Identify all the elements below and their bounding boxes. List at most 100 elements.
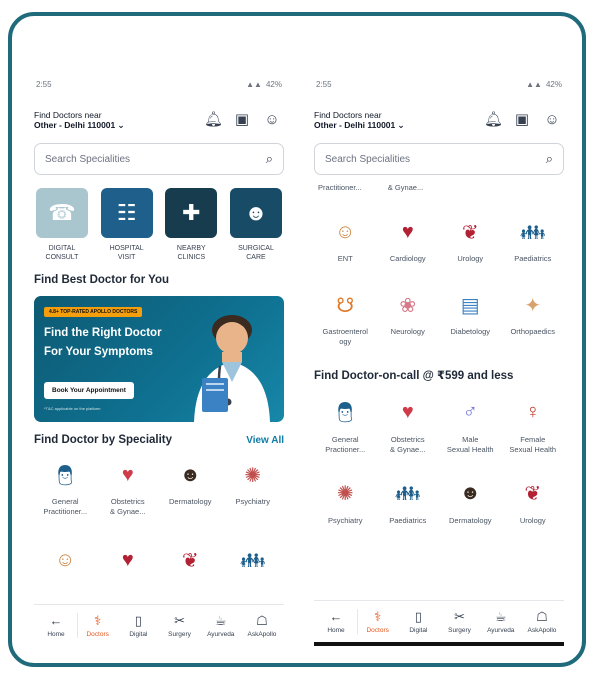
speciality-item[interactable]: ☋ Gastroenterol ogy — [314, 288, 377, 347]
banner-tag: 4.8+ TOP-RATED APOLLO DOCTORS — [44, 307, 143, 318]
nav-label: Ayurveda — [487, 627, 515, 634]
speciality-item[interactable]: ☻ Dermatology — [159, 458, 222, 517]
speciality-label: Obstetrics — [110, 497, 145, 507]
on-call-label: Sexual Health — [446, 444, 494, 454]
hospital-icon: ☷ — [100, 188, 153, 238]
nav-home[interactable]: ← Home — [316, 609, 356, 634]
book-appointment-button[interactable]: Book Your Appointment — [44, 382, 134, 400]
speciality-item[interactable]: 👨︎ General Practitioner... — [34, 458, 97, 517]
on-call-item[interactable]: ♂ Male Sexual Health — [439, 396, 502, 455]
stomach-icon: ☋ — [336, 294, 355, 317]
speciality-item[interactable]: ❦ Urology — [439, 215, 502, 264]
speciality-item[interactable]: ▤ Diabetology — [439, 288, 502, 347]
nav-surgery[interactable]: ✂ Surgery — [440, 609, 480, 634]
quick-category-nearby-clinics[interactable]: ✚ NEARBY CLINICS — [163, 188, 219, 262]
nav-surgery[interactable]: ✂ Surgery — [160, 613, 200, 638]
male-health-icon: ♂ — [462, 401, 478, 423]
best-doctor-title: Find Best Doctor for You — [34, 274, 170, 287]
location-value: Other - Delhi 110001 — [314, 120, 396, 130]
stethoscope-icon: ⚕ — [94, 613, 102, 628]
quick-category-digital-consult[interactable]: ☎ DIGITAL CONSULT — [34, 188, 90, 262]
skin-face-icon: ☻ — [459, 482, 481, 505]
nav-ayurveda[interactable]: ☕ Ayurveda — [481, 609, 521, 634]
search-input[interactable]: Search Specialities ⌕ — [314, 143, 564, 175]
speciality-item[interactable]: ✦ Orthopaedics — [502, 288, 565, 347]
mortar-icon: ☕ — [494, 609, 507, 624]
child-doctor-icon: 👪︎ — [395, 483, 421, 506]
speciality-grid: 👨︎ General Practitioner... ♥ Obstetrics & … — [34, 458, 284, 577]
speciality-label: Urology — [457, 254, 484, 264]
promo-banner[interactable]: 4.8+ TOP-RATED APOLLO DOCTORS Find the R… — [34, 296, 284, 423]
on-call-item[interactable]: ✺ Psychiatry — [314, 477, 377, 526]
location-label: Find Doctors near — [314, 110, 382, 120]
quick-category-label: CLINICS — [177, 254, 206, 262]
speciality-item[interactable]: ❀ Neurology — [377, 288, 440, 347]
search-icon[interactable]: ⌕ — [266, 151, 273, 167]
location-value: Other - Delhi 110001 — [34, 120, 116, 130]
view-all-link[interactable]: View All — [246, 435, 284, 446]
bell-icon[interactable]: 🔔︎ — [204, 110, 223, 128]
map-pin-icon: ✚ — [165, 188, 218, 238]
profile-icon[interactable]: ☺ — [544, 111, 560, 128]
quick-category-surgical-care[interactable]: ☻ SURGICAL CARE — [228, 188, 284, 262]
nav-digital[interactable]: ▯ Digital — [118, 613, 158, 638]
search-icon[interactable]: ⌕ — [546, 151, 553, 167]
bone-joint-icon: ✦ — [524, 294, 542, 317]
nav-askapollo[interactable]: ☖ AskApollo — [522, 609, 562, 634]
on-call-label: Obstetrics — [390, 434, 425, 444]
doctor-icon: 👨︎ — [52, 464, 78, 487]
on-call-item[interactable]: 👨︎ General Practioner... — [314, 396, 377, 455]
back-arrow-icon: ← — [329, 609, 343, 624]
nav-home[interactable]: ← Home — [36, 613, 76, 638]
phone-icon: ▯ — [414, 609, 422, 624]
nav-ayurveda[interactable]: ☕ Ayurveda — [201, 613, 241, 638]
search-input[interactable]: Search Specialities ⌕ — [34, 143, 284, 175]
on-call-label: Sexual Health — [509, 444, 557, 454]
phone-screen-left: 2:55 ▲▲ 42% Find Doctors near Other - De… — [34, 76, 284, 646]
location-selector[interactable]: Find Doctors near Other - Delhi 110001 ⌄ — [314, 110, 405, 131]
battery-level: 42% — [545, 79, 562, 89]
health-card-icon[interactable]: ▣ — [234, 110, 250, 128]
screenshot-frame: 2:55 ▲▲ 42% Find Doctors near Other - De… — [8, 12, 586, 667]
on-call-item[interactable]: ♥ Obstetrics & Gynae... — [377, 396, 440, 455]
quick-category-hospital-visit[interactable]: ☷ HOSPITAL VISIT — [99, 188, 155, 262]
speciality-label: General — [51, 497, 79, 507]
speciality-item[interactable]: ☺ ENT — [314, 215, 377, 264]
nav-doctors[interactable]: ⚕ Doctors — [77, 613, 117, 638]
scrolled-partial-row: Practitioner... & Gynae... — [314, 183, 564, 193]
speciality-item[interactable]: ♥ Obstetrics & Gynae... — [97, 458, 160, 517]
quick-categories: ☎ DIGITAL CONSULT ☷ HOSPITAL VISIT ✚ NEARB… — [34, 188, 284, 262]
bottom-nav: ← Home ⚕ Doctors ▯ Digital ✂ Surgery ☕ Ayurve… — [314, 600, 564, 646]
on-call-item[interactable]: 👪︎ Paediatrics — [377, 477, 440, 526]
banner-headline: Find the Right Doctor — [44, 327, 162, 340]
location-header: Find Doctors near Other - Delhi 110001 ⌄ … — [314, 110, 564, 131]
kidney-icon: ❦ — [181, 549, 199, 572]
speciality-item[interactable]: ✺ Psychiatry — [222, 458, 285, 517]
speciality-title: Find Doctor by Speciality — [34, 434, 173, 447]
speciality-item[interactable]: ♥ Cardiology — [377, 215, 440, 264]
location-header: Find Doctors near Other - Delhi 110001 ⌄ … — [34, 110, 284, 131]
nav-label: Surgery — [448, 627, 471, 634]
robot-icon: ☖ — [256, 613, 268, 628]
nav-digital[interactable]: ▯ Digital — [398, 609, 438, 634]
on-call-item[interactable]: ☻ Dermatology — [439, 477, 502, 526]
profile-icon[interactable]: ☺ — [264, 111, 280, 128]
nav-askapollo[interactable]: ☖ AskApollo — [242, 613, 282, 638]
nav-label: Surgery — [168, 631, 191, 638]
brain-head-icon: ✺ — [336, 483, 354, 506]
nav-label: Ayurveda — [207, 631, 235, 638]
battery-level: 42% — [265, 79, 282, 89]
nav-doctors[interactable]: ⚕ Doctors — [357, 609, 397, 634]
brain-icon: ❀ — [399, 294, 417, 317]
bell-icon[interactable]: 🔔︎ — [484, 110, 503, 128]
speciality-item[interactable]: 👪︎ Paediatrics — [502, 215, 565, 264]
mortar-icon: ☕ — [214, 613, 227, 628]
on-call-item[interactable]: ♀ Female Sexual Health — [502, 396, 565, 455]
speciality-label: Psychiatry — [235, 497, 271, 507]
kidney-icon: ❦ — [461, 221, 479, 244]
on-call-item[interactable]: ❦ Urology — [502, 477, 565, 526]
health-card-icon[interactable]: ▣ — [514, 110, 530, 128]
location-selector[interactable]: Find Doctors near Other - Delhi 110001 ⌄ — [34, 110, 125, 131]
speciality-label: Cardiology — [389, 254, 426, 264]
skin-face-icon: ☻ — [179, 463, 201, 486]
